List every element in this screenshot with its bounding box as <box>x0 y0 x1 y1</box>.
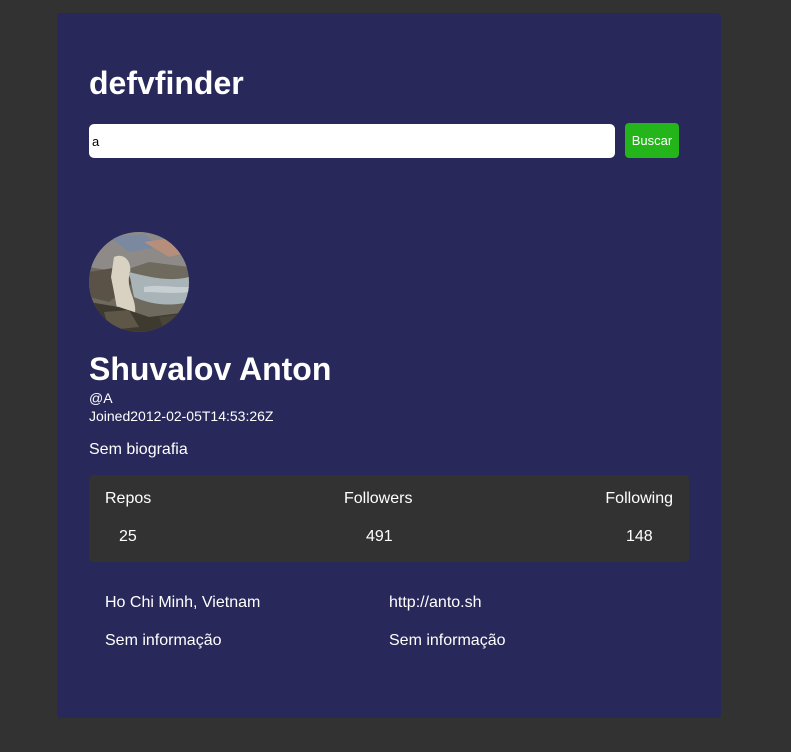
app-title: defvfinder <box>89 65 244 101</box>
search-input[interactable] <box>89 124 615 158</box>
repos-value: 25 <box>119 528 137 545</box>
following-label: Following <box>605 490 673 507</box>
user-bio: Sem biografia <box>89 441 188 458</box>
user-login: @A <box>89 390 113 406</box>
repos-label: Repos <box>105 490 152 507</box>
avatar <box>89 232 189 332</box>
followers-value: 491 <box>366 528 393 545</box>
user-name: Shuvalov Anton <box>89 351 332 387</box>
profile-card: defvfinder Buscar Shuvalov Anton @A Join… <box>57 13 721 718</box>
joined-prefix: Joined <box>89 408 131 424</box>
company-info: Sem informação <box>389 632 506 649</box>
joined-date: 2012-02-05T14:53:26Z <box>130 408 274 424</box>
search-button[interactable]: Buscar <box>625 123 679 158</box>
following-value: 148 <box>626 528 653 545</box>
blog-link[interactable]: http://anto.sh <box>389 593 482 613</box>
location-info: Ho Chi Minh, Vietnam <box>105 594 261 611</box>
followers-label: Followers <box>344 490 413 507</box>
stats-box: Repos 25 Followers 491 Following 148 <box>89 475 689 562</box>
user-joined: Joined2012-02-05T14:53:26Z <box>89 408 273 424</box>
twitter-info: Sem informação <box>105 632 222 649</box>
